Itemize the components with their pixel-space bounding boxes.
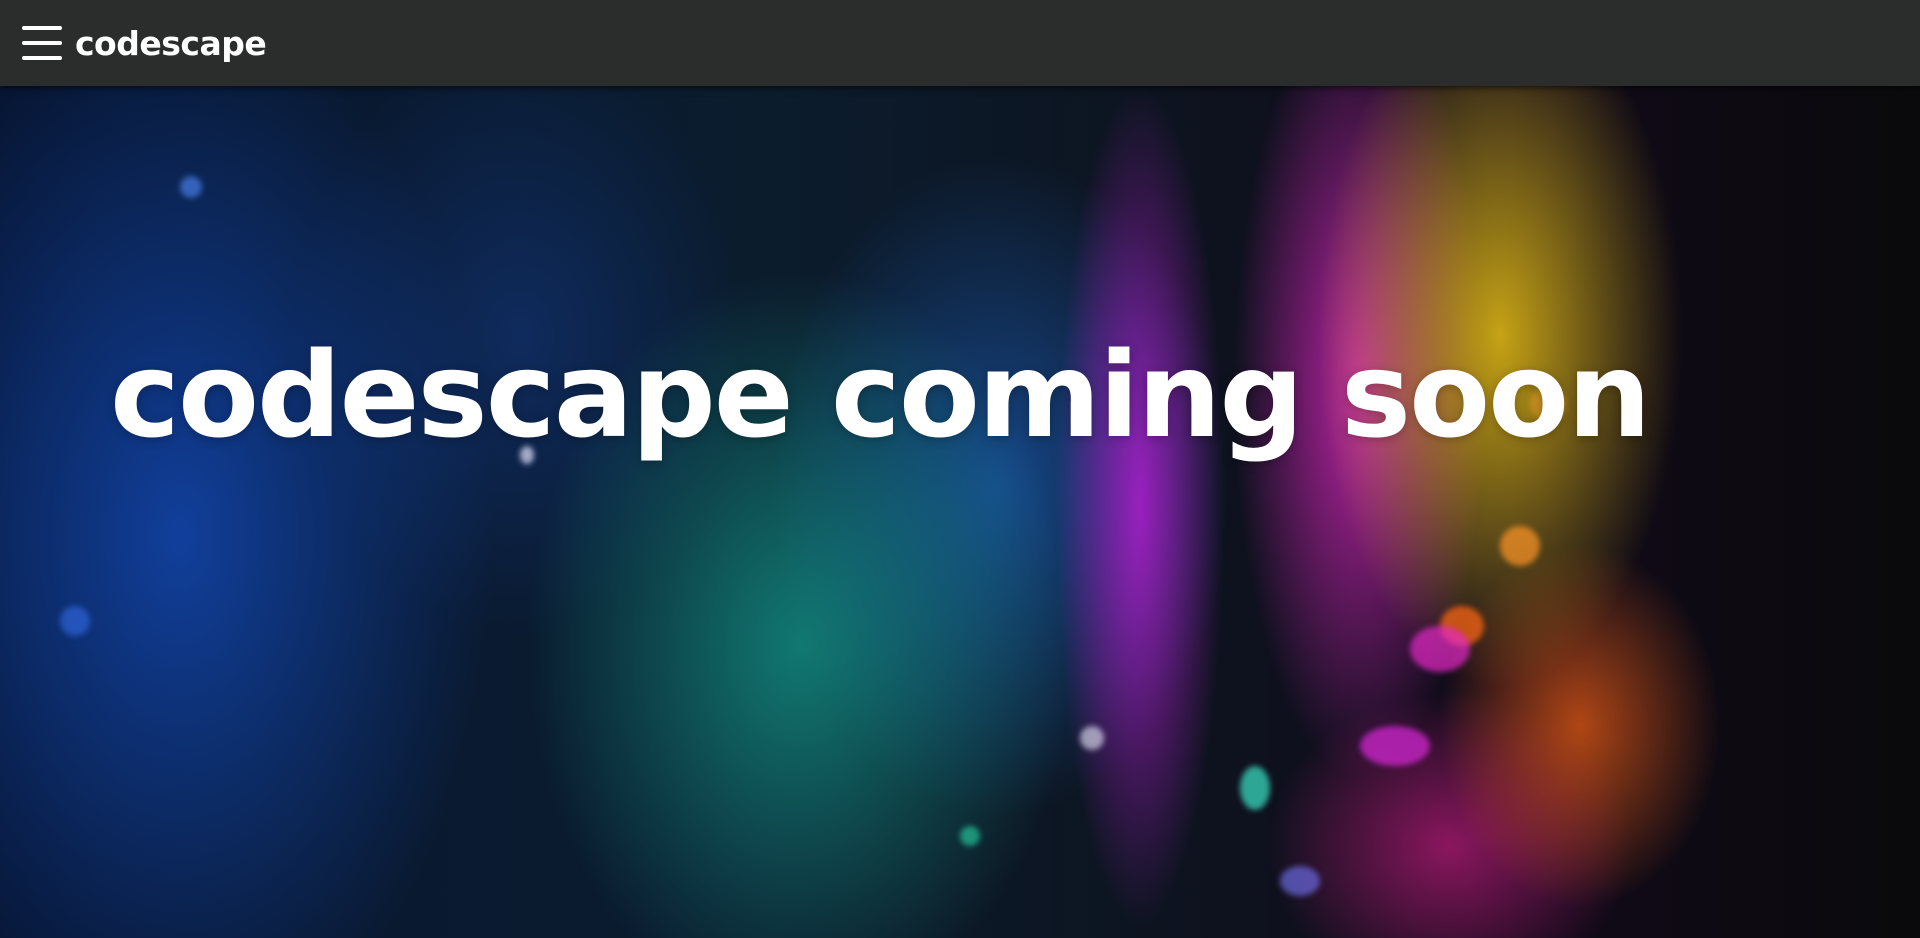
menu-line	[22, 56, 62, 60]
bokeh-light	[1080, 726, 1104, 750]
bokeh-light	[1240, 766, 1270, 810]
brand-logo[interactable]: codescape	[75, 24, 267, 63]
page-title: codescape coming soon	[110, 326, 1651, 464]
top-bar: codescape	[0, 0, 1920, 86]
bokeh-light	[960, 826, 980, 846]
hero-section: codescape coming soon	[0, 86, 1920, 938]
menu-line	[22, 26, 62, 30]
bokeh-light	[180, 176, 202, 198]
menu-line	[22, 41, 62, 45]
bokeh-light	[60, 606, 90, 636]
bokeh-light	[1360, 726, 1430, 766]
bokeh-light	[1280, 866, 1320, 896]
hamburger-menu-icon[interactable]	[22, 26, 62, 60]
bokeh-light	[1410, 626, 1470, 672]
bokeh-light	[1500, 526, 1540, 566]
